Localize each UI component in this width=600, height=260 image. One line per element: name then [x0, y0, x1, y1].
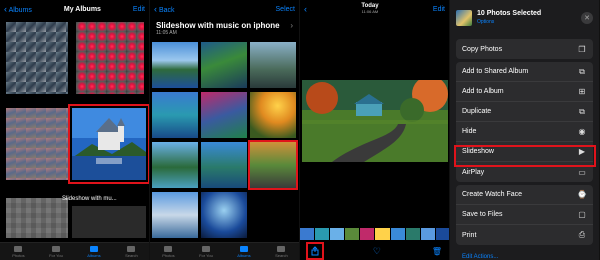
album-time: 11:05 AM — [156, 30, 177, 36]
edit-actions-link[interactable]: Edit Actions... — [462, 254, 498, 260]
nav-bar: ‹ Today 11:06 AM Edit — [300, 0, 449, 18]
album-title: Slideshow with music on iphone — [156, 20, 280, 30]
nav-bar: ‹ Back Select — [150, 0, 299, 18]
road-photo — [302, 80, 448, 162]
edit-button[interactable]: Edit — [433, 6, 445, 13]
heart-icon[interactable]: ♡ — [373, 246, 381, 257]
photo-panel: ‹ Today 11:06 AM Edit ♡ 🗑 — [300, 0, 450, 260]
album-panel: ‹ Back Select Slideshow with music on ip… — [150, 0, 300, 260]
back-button[interactable]: ‹ Back — [154, 3, 175, 14]
photo-thumbnail[interactable] — [201, 142, 247, 188]
search-icon — [127, 245, 136, 252]
shared-album-icon: ⧉ — [579, 66, 585, 76]
albums-icon — [89, 245, 98, 252]
toolbar: ♡ 🗑 — [300, 242, 449, 260]
nav-bar: ‹ Albums My Albums Edit — [0, 0, 149, 18]
thumbnail-strip[interactable] — [300, 228, 449, 240]
action-copy-photos[interactable]: Copy Photos ❐ — [456, 39, 593, 59]
chevron-left-icon: ‹ — [4, 3, 7, 14]
action-duplicate[interactable]: Duplicate ⧉ — [456, 102, 593, 122]
folder-icon: ▢ — [578, 210, 586, 219]
tab-for-you[interactable]: For You — [49, 245, 63, 258]
album-caption: Slideshow with mu... — [62, 196, 117, 202]
photos-icon — [164, 245, 173, 252]
photo-thumbnail[interactable] — [201, 92, 247, 138]
share-button[interactable] — [306, 242, 324, 260]
tab-bar: Photos For You Albums Search — [0, 242, 149, 260]
tab-search[interactable]: Search — [275, 245, 288, 258]
action-group: Copy Photos ❐ — [456, 39, 593, 59]
photo-thumbnail[interactable] — [152, 42, 198, 88]
duplicate-icon: ⧉ — [579, 106, 585, 116]
share-sheet-panel: 10 Photos Selected Options ✕ Copy Photos… — [450, 0, 600, 260]
albums-icon — [239, 245, 248, 252]
print-icon: ⎙ — [578, 230, 586, 239]
tab-for-you[interactable]: For You — [199, 245, 213, 258]
page-title: My Albums — [63, 5, 101, 13]
photo-thumbnail[interactable] — [201, 192, 247, 238]
select-button[interactable]: Select — [276, 6, 295, 13]
tab-photos[interactable]: Photos — [162, 245, 175, 258]
search-icon — [277, 245, 286, 252]
tab-albums[interactable]: Albums — [237, 245, 251, 258]
photo-date: Today 11:06 AM — [361, 3, 379, 14]
selection-title: 10 Photos Selected — [477, 10, 542, 17]
album-thumbnail[interactable] — [6, 22, 68, 94]
action-group: Create Watch Face ⌚ Save to Files ▢ Print ⎙ — [456, 185, 593, 245]
for-you-icon — [201, 245, 210, 252]
albums-panel: ‹ Albums My Albums Edit Slideshow with m… — [0, 0, 150, 260]
photo-thumbnail[interactable] — [201, 42, 247, 88]
copy-icon: ❐ — [578, 44, 586, 54]
watch-icon: ⌚ — [577, 190, 587, 199]
action-print[interactable]: Print ⎙ — [456, 225, 593, 245]
main-photo — [302, 80, 448, 162]
tab-bar: Photos For You Albums Search — [150, 242, 299, 260]
back-button[interactable]: ‹ Albums — [4, 3, 32, 14]
options-link[interactable]: Options — [477, 18, 576, 26]
selected-photo-highlight — [248, 140, 298, 190]
add-album-icon: ⊞ — [578, 87, 586, 96]
photo-thumbnail[interactable] — [152, 142, 198, 188]
album-thumbnail[interactable] — [76, 22, 144, 94]
slideshow-highlight — [454, 145, 596, 167]
photos-icon — [14, 245, 23, 252]
eye-icon: ◉ — [578, 127, 586, 136]
share-button-highlight — [306, 242, 324, 260]
close-icon[interactable]: ✕ — [581, 12, 593, 24]
photo-thumbnail[interactable] — [250, 42, 296, 88]
chevron-right-icon: › — [290, 20, 293, 30]
tab-search[interactable]: Search — [125, 245, 138, 258]
action-add-to-shared-album[interactable]: Add to Shared Album ⧉ — [456, 62, 593, 82]
album-thumbnail[interactable] — [6, 108, 68, 180]
action-save-to-files[interactable]: Save to Files ▢ — [456, 205, 593, 225]
album-thumbnail[interactable] — [6, 198, 68, 238]
photo-thumbnail[interactable] — [152, 92, 198, 138]
tab-albums[interactable]: Albums — [87, 245, 101, 258]
photo-thumbnail[interactable] — [250, 92, 296, 138]
airplay-icon: ▭ — [578, 167, 586, 177]
selected-album-highlight — [68, 104, 149, 184]
trash-icon[interactable]: 🗑 — [432, 247, 442, 256]
action-add-to-album[interactable]: Add to Album ⊞ — [456, 82, 593, 102]
for-you-icon — [51, 245, 60, 252]
action-hide[interactable]: Hide ◉ — [456, 122, 593, 142]
selection-thumbnail — [456, 10, 472, 26]
action-create-watch-face[interactable]: Create Watch Face ⌚ — [456, 185, 593, 205]
edit-button[interactable]: Edit — [133, 6, 145, 13]
chevron-left-icon: ‹ — [154, 3, 157, 14]
share-sheet-header: 10 Photos Selected Options ✕ — [450, 0, 599, 36]
photo-thumbnail[interactable] — [152, 192, 198, 238]
album-thumbnail[interactable] — [72, 206, 146, 238]
tab-photos[interactable]: Photos — [12, 245, 25, 258]
back-button[interactable]: ‹ — [304, 4, 307, 14]
